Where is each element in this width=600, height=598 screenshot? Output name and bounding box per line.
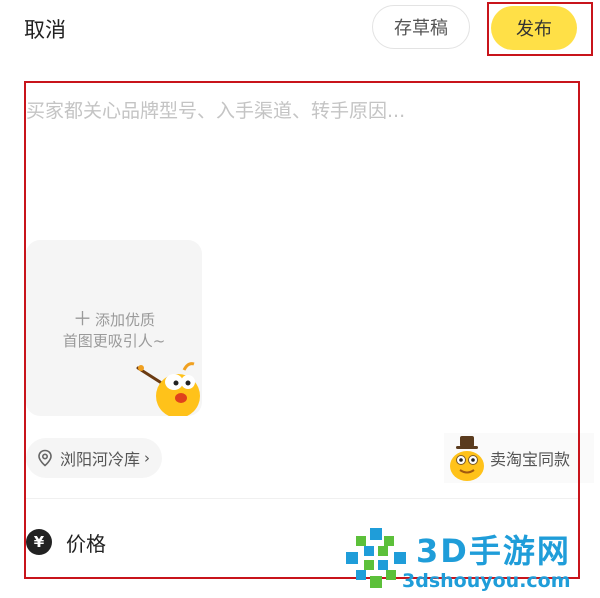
add-photo-hint: 首图更吸引人~ — [62, 332, 166, 350]
save-draft-button[interactable]: 存草稿 — [372, 5, 470, 49]
top-bar: 取消 存草稿 发布 — [0, 0, 600, 60]
location-label: 浏阳河冷库 — [60, 450, 141, 469]
plus-icon: ＋ — [72, 308, 92, 330]
location-pin-icon — [38, 449, 52, 467]
price-row[interactable]: ¥ 价格 — [26, 527, 106, 557]
watermark-title: 3D手游网 — [416, 532, 571, 570]
yen-icon: ¥ — [26, 529, 52, 555]
divider — [26, 498, 578, 499]
watermark-logo-icon — [346, 528, 406, 588]
location-chip[interactable]: 浏阳河冷库 › — [26, 438, 163, 478]
watermark-url: 3dshouyou.com — [402, 570, 571, 592]
chevron-right-icon: › — [144, 449, 151, 467]
cancel-button[interactable]: 取消 — [24, 14, 66, 44]
watermark: 3D手游网 3dshouyou.com — [344, 526, 600, 598]
mascot-bird-icon — [136, 362, 200, 416]
top-hat-bird-icon — [450, 436, 484, 481]
add-photo-button[interactable]: ＋添加优质 首图更吸引人~ — [26, 240, 202, 416]
price-label: 价格 — [66, 531, 106, 556]
sell-taobao-same-label: 卖淘宝同款 — [490, 450, 571, 469]
description-input[interactable]: 买家都关心品牌型号、入手渠道、转手原因... — [26, 96, 405, 123]
add-photo-title: ＋添加优质 — [72, 308, 156, 330]
publish-highlight-box — [487, 2, 593, 56]
sell-taobao-same-button[interactable]: 卖淘宝同款 — [444, 433, 594, 483]
